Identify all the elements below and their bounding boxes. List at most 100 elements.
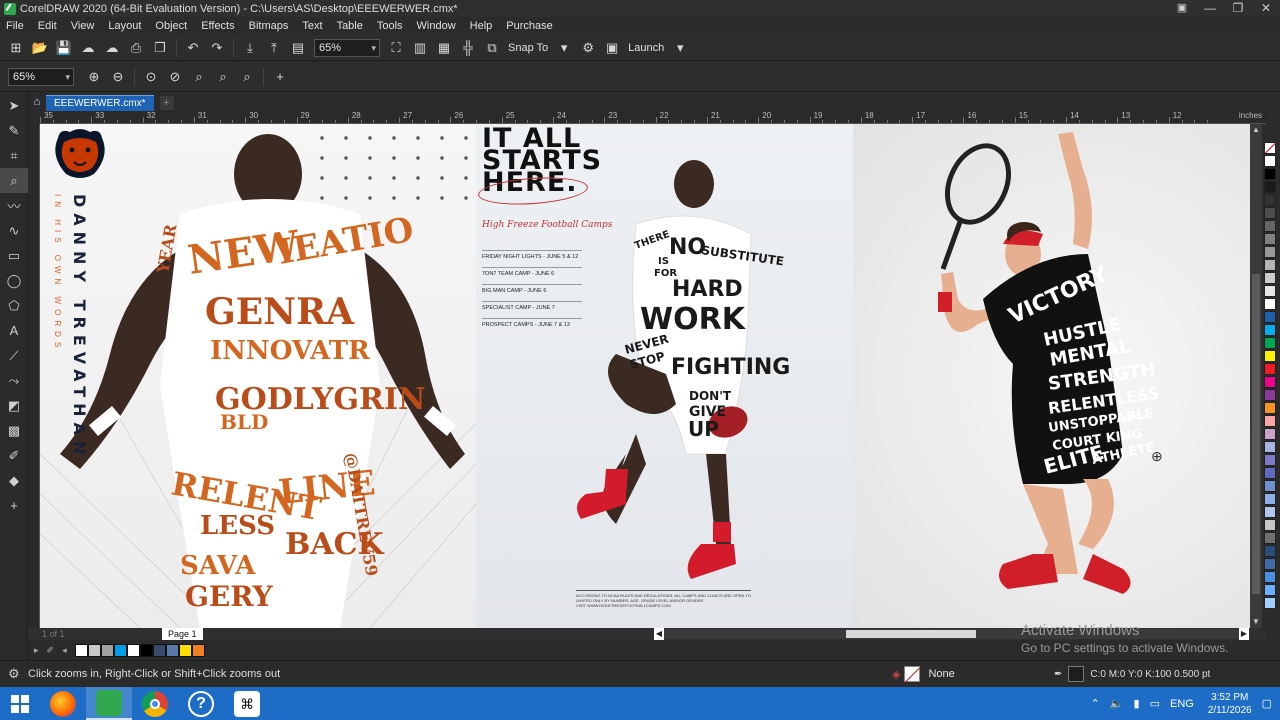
cloud-sync-icon[interactable]: ☁ bbox=[103, 39, 121, 57]
color-swatch[interactable] bbox=[1264, 168, 1276, 180]
shape-tool-icon[interactable]: ✎ bbox=[0, 118, 28, 143]
document-color-swatch[interactable] bbox=[100, 643, 114, 657]
document-color-swatch[interactable] bbox=[74, 643, 88, 657]
chevron-down-icon[interactable]: ▾ bbox=[671, 39, 689, 57]
color-swatch[interactable] bbox=[1264, 350, 1276, 362]
zoom-out-icon[interactable]: ⊖ bbox=[109, 68, 127, 86]
firefox-taskbar-button[interactable] bbox=[40, 687, 86, 720]
launch-dropdown[interactable]: Launch bbox=[628, 42, 664, 54]
color-swatch[interactable] bbox=[1264, 194, 1276, 206]
zoom-height-icon[interactable]: ⌕ bbox=[238, 68, 256, 86]
menu-view[interactable]: View bbox=[71, 20, 95, 32]
maximize-button[interactable]: ❐ bbox=[1224, 0, 1252, 17]
zoom-all-objects-icon[interactable]: ⊘ bbox=[166, 68, 184, 86]
document-color-swatch[interactable] bbox=[165, 643, 179, 657]
chevron-up-icon[interactable]: ⌃ bbox=[1091, 697, 1100, 710]
vertical-scrollbar[interactable]: ▲ ▼ bbox=[1250, 124, 1262, 628]
color-swatch[interactable] bbox=[1264, 363, 1276, 375]
menu-text[interactable]: Text bbox=[302, 20, 322, 32]
poster-tennis-player[interactable]: VICTORY HUSTLE MENTAL STRENGTH RELENTLES… bbox=[853, 124, 1250, 628]
freehand-tool-icon[interactable]: 〰 bbox=[0, 193, 28, 218]
snap-to-dropdown[interactable]: Snap To bbox=[508, 42, 548, 54]
eyedropper-tool-icon[interactable]: ✐ bbox=[0, 443, 28, 468]
menu-layout[interactable]: Layout bbox=[108, 20, 141, 32]
snap-to-icon[interactable]: ⧉ bbox=[483, 39, 501, 57]
zoom-tool-icon[interactable]: ⌕ bbox=[0, 168, 28, 193]
color-swatch[interactable] bbox=[1264, 558, 1276, 570]
color-swatch[interactable] bbox=[1264, 298, 1276, 310]
color-swatch[interactable] bbox=[1264, 376, 1276, 388]
color-swatch[interactable] bbox=[1264, 337, 1276, 349]
interactive-fill-tool-icon[interactable]: ◆ bbox=[0, 468, 28, 493]
menu-table[interactable]: Table bbox=[337, 20, 363, 32]
scroll-right-icon[interactable]: ▶ bbox=[1239, 628, 1249, 640]
color-swatch[interactable] bbox=[1264, 246, 1276, 258]
scroll-left-icon[interactable]: ◀ bbox=[654, 628, 664, 640]
color-swatch[interactable] bbox=[1264, 402, 1276, 414]
color-swatch[interactable] bbox=[1264, 415, 1276, 427]
outline-indicator[interactable]: ✒ C:0 M:0 Y:0 K:100 0.500 pt bbox=[1054, 666, 1210, 682]
page-tab[interactable]: Page 1 bbox=[162, 628, 203, 640]
color-swatch[interactable] bbox=[1264, 506, 1276, 518]
help-taskbar-button[interactable]: ? bbox=[178, 687, 224, 720]
color-swatch[interactable] bbox=[1264, 285, 1276, 297]
close-button[interactable]: ✕ bbox=[1252, 0, 1280, 17]
rulers-icon[interactable]: ▥ bbox=[411, 39, 429, 57]
import-icon[interactable]: ⤓ bbox=[241, 39, 259, 57]
battery-icon[interactable]: ▭ bbox=[1150, 697, 1160, 710]
options-gear-icon[interactable]: ⚙ bbox=[579, 39, 597, 57]
print-icon[interactable]: ⎙ bbox=[127, 39, 145, 57]
color-swatch[interactable] bbox=[1264, 324, 1276, 336]
language-indicator[interactable]: ENG bbox=[1170, 698, 1194, 710]
zoom-level-select[interactable]: 65% bbox=[314, 38, 380, 57]
color-swatch[interactable] bbox=[1264, 155, 1276, 167]
launch-icon[interactable]: ▣ bbox=[603, 39, 621, 57]
color-swatch[interactable] bbox=[1264, 207, 1276, 219]
full-screen-icon[interactable]: ⛶ bbox=[387, 39, 405, 57]
drop-shadow-tool-icon[interactable]: ◩ bbox=[0, 393, 28, 418]
undo-icon[interactable]: ↶ bbox=[184, 39, 202, 57]
menu-object[interactable]: Object bbox=[155, 20, 187, 32]
menu-window[interactable]: Window bbox=[417, 20, 456, 32]
palette-scroll-left-icon[interactable]: ◂ bbox=[62, 645, 67, 656]
account-icon[interactable]: ▣ bbox=[1168, 0, 1196, 17]
add-tool-icon[interactable]: + bbox=[0, 493, 28, 518]
color-swatch[interactable] bbox=[1264, 233, 1276, 245]
menu-help[interactable]: Help bbox=[470, 20, 493, 32]
chrome-taskbar-button[interactable] bbox=[132, 687, 178, 720]
new-document-icon[interactable]: ⊞ bbox=[7, 39, 25, 57]
transparency-tool-icon[interactable]: ▩ bbox=[0, 418, 28, 443]
color-swatch[interactable] bbox=[1264, 584, 1276, 596]
scrollbar-thumb[interactable] bbox=[846, 630, 976, 638]
color-swatch[interactable] bbox=[1264, 532, 1276, 544]
chevron-down-icon[interactable]: ▾ bbox=[555, 39, 573, 57]
color-swatch[interactable] bbox=[1264, 259, 1276, 271]
menu-effects[interactable]: Effects bbox=[201, 20, 234, 32]
poster-football-camp[interactable]: IT ALL STARTS HERE. High Freeze Football… bbox=[476, 124, 853, 628]
speaker-icon[interactable]: 🔈 bbox=[1110, 697, 1124, 710]
save-icon[interactable]: 💾 bbox=[55, 39, 73, 57]
zoom-page-icon[interactable]: ⌕ bbox=[190, 68, 208, 86]
start-button[interactable] bbox=[0, 687, 40, 720]
notifications-icon[interactable]: ▢ bbox=[1262, 697, 1272, 710]
menu-file[interactable]: File bbox=[6, 20, 24, 32]
coreldraw-taskbar-button[interactable] bbox=[86, 687, 132, 720]
menu-bitmaps[interactable]: Bitmaps bbox=[249, 20, 289, 32]
document-color-swatch[interactable] bbox=[126, 643, 140, 657]
document-color-swatch[interactable] bbox=[139, 643, 153, 657]
clock[interactable]: 3:52 PM 2/11/2026 bbox=[1208, 691, 1252, 717]
zoom-in-icon[interactable]: ⊕ bbox=[85, 68, 103, 86]
guidelines-icon[interactable]: ╬ bbox=[459, 39, 477, 57]
color-swatch[interactable] bbox=[1264, 545, 1276, 557]
color-swatch[interactable] bbox=[1264, 519, 1276, 531]
poster-danny-trevathan[interactable]: NEW YEAR IEATIO GENRA INNOVATR GODLYGRIN… bbox=[40, 124, 476, 628]
fill-indicator[interactable]: ◈ None bbox=[892, 666, 955, 682]
scrollbar-thumb[interactable] bbox=[1252, 274, 1260, 594]
document-color-swatch[interactable] bbox=[178, 643, 192, 657]
scroll-up-icon[interactable]: ▲ bbox=[1250, 124, 1262, 136]
color-swatch[interactable] bbox=[1264, 493, 1276, 505]
ellipse-tool-icon[interactable]: ◯ bbox=[0, 268, 28, 293]
add-icon[interactable]: + bbox=[271, 68, 289, 86]
color-swatch[interactable] bbox=[1264, 181, 1276, 193]
document-color-swatch[interactable] bbox=[152, 643, 166, 657]
